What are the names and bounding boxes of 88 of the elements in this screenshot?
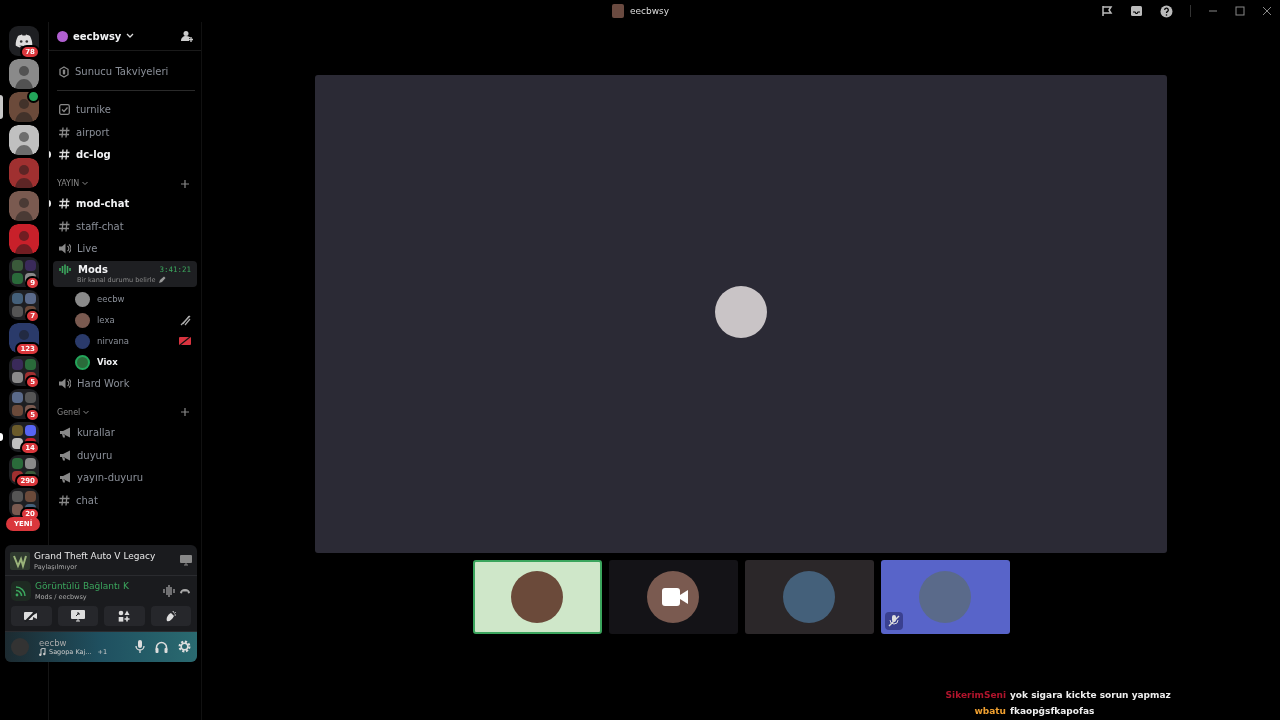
connection-status: Görüntülü Bağlantı K (35, 580, 130, 593)
settings-icon[interactable] (178, 640, 191, 654)
voice-activity-icon (59, 263, 72, 275)
flag-icon[interactable] (1101, 5, 1113, 17)
boost-icon (59, 65, 69, 78)
hash-icon (59, 494, 70, 506)
category-header[interactable]: YAYIN (57, 179, 80, 189)
avatar (75, 333, 90, 349)
avatar (75, 291, 90, 307)
server-indicator (0, 95, 3, 119)
add-user-icon[interactable] (181, 30, 193, 42)
server-icon[interactable] (9, 125, 39, 155)
avatar (783, 571, 835, 623)
camera-off-icon (24, 609, 39, 622)
share-screen-button[interactable] (57, 605, 98, 626)
hash-icon (59, 220, 70, 232)
voice-member[interactable]: nirvana (75, 330, 191, 352)
logo (15, 34, 33, 48)
channel-item[interactable]: staff-chat (53, 215, 197, 237)
connection-icon[interactable] (11, 580, 31, 601)
server-avatar (612, 4, 624, 18)
hash-icon (59, 126, 70, 138)
noise-icon[interactable] (163, 584, 175, 597)
channel-item[interactable]: chat (53, 489, 197, 511)
avatar (511, 571, 563, 623)
speaker-icon (59, 377, 71, 389)
channel-item[interactable]: yayın-duyuru (53, 467, 197, 489)
avatar (75, 354, 90, 370)
pencil-icon[interactable] (158, 275, 167, 284)
chat-message: yok sigara kickte sorun yapmaz (1010, 690, 1171, 700)
activities-button[interactable] (104, 605, 145, 626)
camera-button[interactable] (11, 605, 52, 626)
help-icon[interactable] (1160, 4, 1173, 18)
inbox-icon[interactable] (1130, 5, 1143, 17)
server-icon[interactable] (9, 59, 39, 89)
server-folder[interactable] (9, 356, 39, 386)
checklist-icon (59, 104, 70, 115)
game-icon (10, 551, 30, 570)
megaphone-icon (59, 426, 71, 438)
channel-item[interactable]: duyuru (53, 444, 197, 466)
megaphone-icon (59, 472, 71, 484)
camera-off-icon (179, 336, 191, 347)
channel-item[interactable]: airport (53, 121, 197, 143)
microphone-icon[interactable] (135, 640, 145, 654)
music-note-icon (39, 647, 46, 656)
participant-tile[interactable] (472, 560, 602, 634)
voice-member[interactable]: lexa (75, 309, 191, 331)
shapes-icon (118, 609, 131, 622)
server-name[interactable]: eecbwsy (73, 30, 122, 42)
window-title: eecbwsy (630, 6, 670, 16)
add-channel-icon[interactable] (181, 408, 189, 417)
hang-up-icon[interactable] (179, 586, 191, 595)
hash-icon (59, 149, 70, 161)
chat-message: fkaopğsfkapofas (1010, 706, 1095, 716)
participant-tile[interactable] (880, 560, 1010, 634)
game-title: Grand Theft Auto V Legacy (34, 551, 157, 563)
speaker-icon (59, 243, 71, 255)
soundboard-button[interactable] (150, 605, 191, 626)
close-icon[interactable] (1262, 6, 1272, 16)
server-folder[interactable] (9, 257, 39, 287)
username: eecbw (39, 637, 68, 648)
chat-username: SikerimSeni (944, 690, 1006, 700)
avatar (75, 312, 90, 328)
participant-tile[interactable] (608, 560, 738, 634)
headphones-icon[interactable] (155, 640, 168, 653)
server-indicator (0, 433, 3, 441)
channel-name: Mods (78, 263, 108, 275)
channel-item[interactable]: kurallar (53, 421, 197, 443)
channel-item[interactable]: Hard Work (53, 372, 197, 394)
voice-member[interactable]: eecbw (75, 288, 191, 310)
boost-link[interactable]: Sunucu Takviyeleri (53, 61, 197, 82)
channel-item[interactable]: turnike (53, 99, 197, 120)
megaphone-icon (59, 449, 71, 461)
participant-tile[interactable] (744, 560, 874, 634)
screen-share-icon[interactable] (180, 555, 192, 567)
category-header[interactable]: Genel (57, 407, 81, 417)
avatar (919, 571, 971, 623)
channel-item[interactable]: Live (53, 238, 197, 260)
voice-member[interactable]: Viox (75, 351, 191, 373)
screen-share-icon (70, 609, 85, 622)
maximize-icon[interactable] (1235, 6, 1245, 16)
hash-icon (59, 198, 70, 210)
add-channel-icon[interactable] (181, 179, 189, 188)
chat-username: wbatu (973, 706, 1006, 716)
server-icon[interactable] (9, 92, 39, 122)
camera-icon (661, 588, 688, 606)
avatar (715, 286, 767, 338)
server-icon (57, 30, 68, 42)
